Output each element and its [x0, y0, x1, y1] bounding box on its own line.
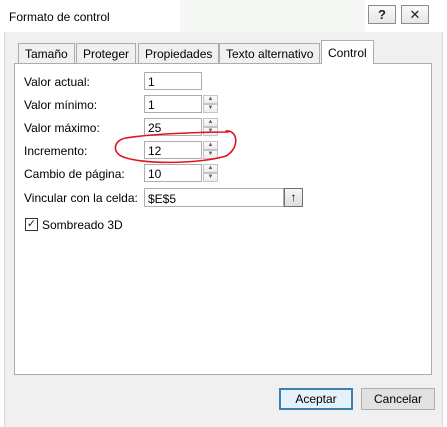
tab-label: Texto alternativo — [226, 47, 314, 61]
sombreado-3d-checkbox[interactable]: ✓ — [25, 218, 38, 231]
tab-texto-alternativo[interactable]: Texto alternativo — [219, 43, 321, 63]
tab-tamano[interactable]: Tamaño — [18, 43, 75, 63]
window-frame-right — [442, 32, 447, 427]
title-bar-shade — [180, 0, 365, 32]
spin-up-icon[interactable]: ▲ — [203, 141, 218, 150]
accept-button[interactable]: Aceptar — [279, 388, 353, 410]
title-bar: Formato de control ? ✕ — [0, 0, 447, 32]
cancel-button-label: Cancelar — [373, 392, 423, 406]
tab-label: Tamaño — [25, 47, 68, 61]
cambio-pagina-spinner[interactable]: ▲ ▼ — [203, 164, 218, 182]
valor-minimo-input[interactable]: 1 — [144, 95, 202, 113]
close-icon: ✕ — [409, 6, 421, 22]
vincular-celda-input[interactable]: $E$5 — [144, 188, 284, 207]
window-frame-left — [0, 32, 5, 427]
cambio-pagina-input[interactable]: 10 — [144, 164, 202, 182]
spin-down-icon[interactable]: ▼ — [203, 104, 218, 113]
tab-proteger[interactable]: Proteger — [76, 43, 137, 63]
spin-up-icon[interactable]: ▲ — [203, 118, 218, 127]
valor-maximo-input[interactable]: 25 — [144, 118, 202, 136]
valor-maximo-label: Valor máximo: — [24, 121, 100, 135]
collapse-dialog-button[interactable]: ↑ — [284, 188, 303, 207]
cancel-button[interactable]: Cancelar — [361, 388, 435, 410]
cambio-pagina-label: Cambio de página: — [24, 167, 125, 181]
vincular-celda-label: Vincular con la celda: — [24, 191, 138, 205]
incremento-input[interactable]: 12 — [144, 141, 202, 159]
tab-label: Proteger — [83, 47, 130, 61]
valor-minimo-spinner[interactable]: ▲ ▼ — [203, 95, 218, 113]
spin-up-icon[interactable]: ▲ — [203, 95, 218, 104]
window-title: Formato de control — [9, 10, 110, 24]
spin-down-icon[interactable]: ▼ — [203, 173, 218, 182]
help-button[interactable]: ? — [368, 5, 396, 24]
valor-minimo-label: Valor mínimo: — [24, 98, 98, 112]
help-icon: ? — [378, 7, 386, 22]
incremento-label: Incremento: — [24, 144, 88, 158]
close-button[interactable]: ✕ — [401, 5, 429, 24]
arrow-up-icon: ↑ — [290, 190, 297, 204]
tab-propiedades[interactable]: Propiedades — [138, 43, 220, 63]
valor-actual-input[interactable]: 1 — [144, 72, 202, 90]
valor-maximo-spinner[interactable]: ▲ ▼ — [203, 118, 218, 136]
spin-down-icon[interactable]: ▼ — [203, 127, 218, 136]
tab-label: Control — [328, 46, 367, 60]
tab-control[interactable]: Control — [321, 40, 374, 64]
incremento-spinner[interactable]: ▲ ▼ — [203, 141, 218, 159]
spin-down-icon[interactable]: ▼ — [203, 150, 218, 159]
tab-label: Propiedades — [145, 47, 213, 61]
valor-actual-label: Valor actual: — [24, 75, 90, 89]
spin-up-icon[interactable]: ▲ — [203, 164, 218, 173]
accept-button-label: Aceptar — [295, 392, 337, 406]
sombreado-3d-label: Sombreado 3D — [42, 218, 123, 232]
